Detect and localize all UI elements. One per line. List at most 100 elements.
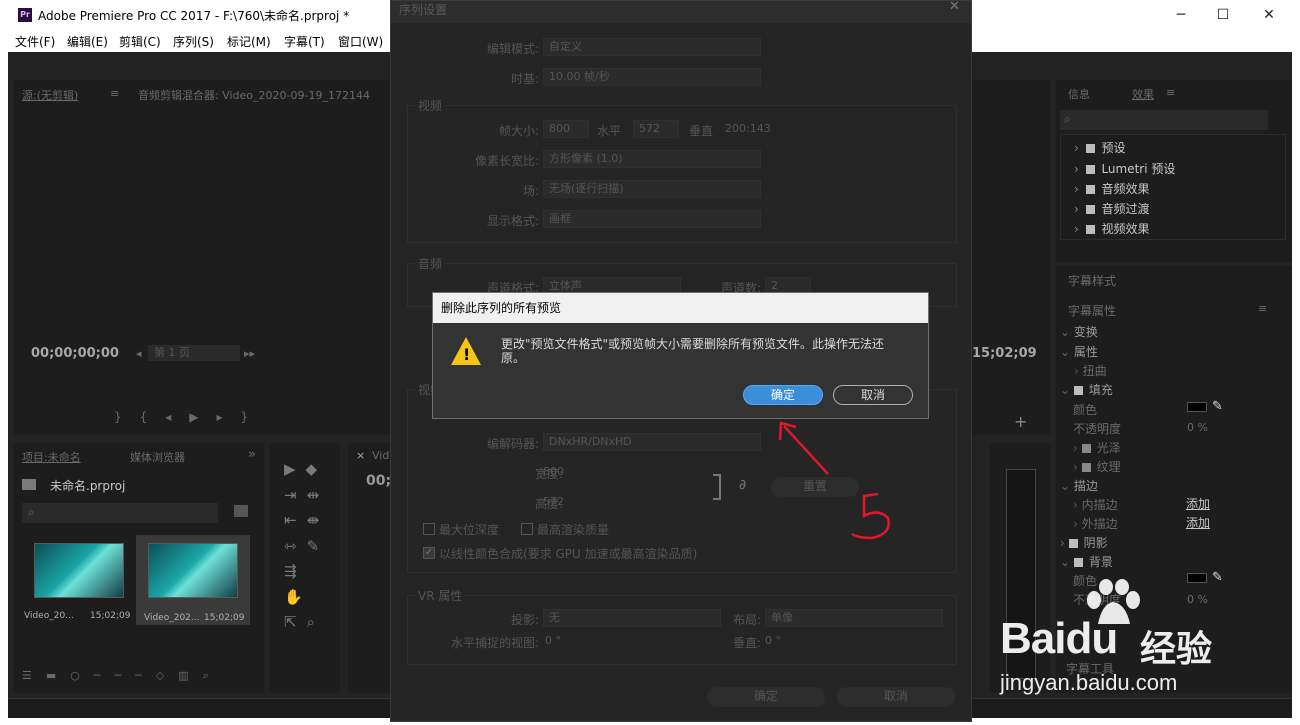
add-inner-stroke-link[interactable]: 添加 [1186,495,1210,512]
add-outer-stroke-link[interactable]: 添加 [1186,514,1210,531]
timebase-select[interactable]: 10.00 帧/秒 [543,68,761,86]
max-quality-checkbox[interactable] [521,523,533,535]
folder-icon [1086,144,1096,153]
max-depth-checkbox[interactable] [423,523,435,535]
pixel-aspect-select[interactable]: 方形像素 (1.0) [543,150,761,168]
menu-clip[interactable]: 剪辑(C) [119,33,161,50]
codec-label: 编解码器: [486,437,539,451]
maximize-button[interactable]: ☐ [1212,4,1234,26]
section-properties[interactable]: ⌄ 属性 [1060,343,1098,360]
effects-item-lumetri[interactable]: › Lumetri 预设 [1074,160,1175,177]
clip-name: Video_20... [24,611,74,621]
linear-color-checkbox[interactable]: ✓ [423,547,435,559]
tab-info[interactable]: 信息 [1068,86,1090,102]
timeline-close-icon[interactable]: × [356,449,365,462]
checkbox-icon[interactable] [1081,463,1091,472]
layout-select[interactable]: 单像 [765,609,943,627]
outer-stroke-label[interactable]: › 外描边 [1073,515,1118,532]
menu-sequence[interactable]: 序列(S) [173,33,214,50]
height-value[interactable]: 572 [543,495,564,508]
alert-ok-button[interactable]: 确定 [743,385,823,405]
expand-panels-icon[interactable]: » [248,447,256,462]
add-button[interactable]: + [1014,412,1027,431]
sequence-settings-close-button[interactable]: ✕ [949,0,960,14]
vfov-value[interactable]: 0 ° [765,634,781,647]
tab-media-browser[interactable]: 媒体浏览器 [130,449,185,465]
tab-audio-mixer[interactable]: 音频剪辑混合器: Video_2020-09-19_172144 [138,87,370,103]
alert-cancel-button[interactable]: 取消 [833,385,913,405]
menu-edit[interactable]: 编辑(E) [67,33,108,50]
edit-mode-select[interactable]: 自定义 [543,38,761,56]
tool-icons[interactable]: ▶◆ ⇥⇹ ⇤⇼ ⇿✎ ⇶✋ ⇱⌕ [284,457,334,636]
tab-source[interactable]: 源:(无剪辑) [22,87,78,103]
menu-marker[interactable]: 标记(M) [227,33,271,50]
panel-menu-icon[interactable]: ≡ [110,87,119,100]
checkbox-icon[interactable] [1073,558,1083,567]
panel-menu-icon[interactable]: ≡ [1258,302,1267,315]
page-prev-icon[interactable]: ◂ [136,347,142,360]
window-title: Adobe Premiere Pro CC 2017 - F:\760\未命名.… [38,9,350,23]
inner-stroke-label[interactable]: › 内描边 [1073,496,1118,513]
display-format-select[interactable]: 画框 [543,210,761,228]
effects-item-audio-transitions[interactable]: › 音频过渡 [1074,200,1149,217]
tab-project[interactable]: 项目:未命名 [22,449,81,465]
effects-item-presets[interactable]: › 预设 [1074,139,1125,156]
checkbox-icon[interactable] [1081,444,1091,453]
project-search-input[interactable]: ⌕ [22,503,218,523]
fill-opacity-value[interactable]: 0 % [1187,421,1208,434]
vfov-label: 垂直: [732,636,761,650]
alert-message: 更改"预览文件格式"或预览帧大小需要删除所有预览文件。此操作无法还原。 [501,337,885,365]
page-step-icon[interactable]: ▸▸ [244,347,255,360]
source-timecode: 00;00;00;00 [31,346,119,361]
effects-search-input[interactable]: ⌕ [1060,110,1268,130]
program-monitor: 15;02;09 + [972,80,1050,435]
project-view-controls[interactable]: ☰▬○───◇▥⌕ [22,669,223,683]
frame-width-input[interactable]: 800 [543,120,589,138]
menu-title[interactable]: 字幕(T) [284,33,325,50]
menu-file[interactable]: 文件(F) [15,33,55,50]
hfov-value[interactable]: 0 ° [545,634,561,647]
clip-item[interactable]: Video_20... 15;02;09 [22,535,136,625]
link-chain-icon[interactable]: ∂ [739,477,746,493]
caption-style-title: 字幕样式 [1068,274,1117,288]
new-bin-icon[interactable] [234,505,248,517]
section-transform[interactable]: ⌄ 变换 [1060,323,1098,340]
tab-effects[interactable]: 效果 [1132,86,1154,102]
warning-icon: ! [449,335,483,367]
eyedropper-icon[interactable]: ✎ [1212,399,1223,414]
width-value[interactable]: 800 [543,465,564,478]
fill-color-swatch[interactable] [1187,402,1207,412]
frame-height-input[interactable]: 572 [633,120,679,138]
sheen-label[interactable]: › 光泽 [1073,439,1121,456]
tab-timeline[interactable]: Vid [372,449,389,462]
field-order-select[interactable]: 无场(逐行扫描) [543,180,761,198]
effects-item-video-effects[interactable]: › 视频效果 [1074,220,1149,237]
clip-item[interactable]: Video_202... 15;02;09 [136,535,250,625]
baidu-watermark: Baidu 经验 jingyan.baidu.com [1000,578,1224,696]
panel-menu-icon[interactable]: ≡ [1166,86,1175,99]
fill-opacity-label: 不透明度 [1073,422,1122,436]
menu-window[interactable]: 窗口(W) [338,33,383,50]
section-stroke[interactable]: ⌄ 描边 [1060,477,1098,494]
vr-group [407,595,957,665]
clip-duration: 15;02;09 [204,613,245,623]
effects-item-audio-effects[interactable]: › 音频效果 [1074,180,1149,197]
sequence-ok-button[interactable]: 确定 [707,687,825,707]
folder-icon [1086,205,1096,214]
section-fill[interactable]: ⌄ 填充 [1060,381,1113,398]
page-selector[interactable]: 第 1 页 [148,345,240,361]
checkbox-icon[interactable] [1073,386,1083,395]
projection-label: 投影: [510,613,539,627]
transport-controls[interactable]: }{◂▶▸} [114,410,266,424]
section-background[interactable]: ⌄ 背景 [1060,553,1113,570]
checkbox-icon[interactable] [1068,539,1078,548]
distort-label[interactable]: › 扭曲 [1074,362,1107,379]
codec-select[interactable]: DNxHR/DNxHD [543,433,761,451]
close-window-button[interactable]: ✕ [1258,4,1280,26]
minimize-button[interactable]: ─ [1170,4,1192,26]
projection-select[interactable]: 无 [543,609,721,627]
alert-title: 删除此序列的所有预览 [433,293,928,323]
sequence-cancel-button[interactable]: 取消 [837,687,955,707]
texture-label[interactable]: › 纹理 [1073,458,1121,475]
section-shadow[interactable]: › 阴影 [1060,534,1108,551]
